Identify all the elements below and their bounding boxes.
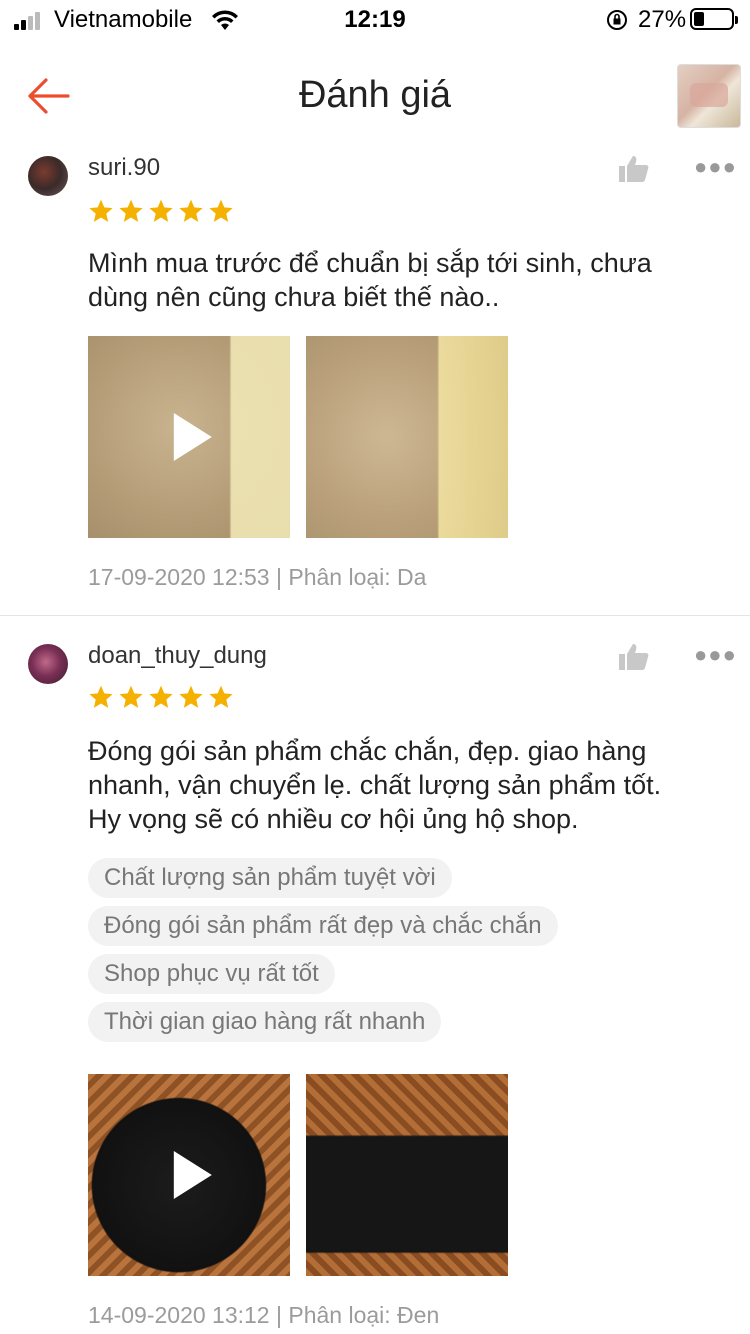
star-icon (89, 685, 113, 708)
star-rating (88, 198, 234, 224)
star-icon (209, 685, 233, 708)
review-meta: 14-09-2020 13:12 | Phân loại: Đen (88, 1302, 440, 1328)
review-text: Đóng gói sản phẩm chắc chắn, đẹp. giao h… (88, 734, 728, 836)
review-tag: Thời gian giao hàng rất nhanh (88, 1002, 442, 1042)
divider (0, 615, 750, 616)
like-icon[interactable] (618, 642, 650, 672)
battery-percentage: 27% (638, 6, 687, 33)
more-options-icon[interactable]: ●●● (694, 154, 737, 180)
review-text-line: Đóng gói sản phẩm chắc chắn, đẹp. giao h… (88, 736, 647, 766)
star-icon (179, 199, 203, 222)
page-title: Đánh giá (298, 74, 452, 116)
star-icon (89, 199, 113, 222)
rotation-lock-icon (607, 10, 627, 30)
header: Đánh giá (0, 52, 750, 142)
star-icon (119, 199, 143, 222)
review-item: suri.90 ●●● Mình mua trước để chuẩn bị s… (0, 150, 750, 615)
reviewer-username: suri.90 (88, 154, 161, 181)
product-thumbnail[interactable] (677, 64, 741, 128)
review-meta: 17-09-2020 12:53 | Phân loại: Da (88, 564, 427, 590)
star-rating (88, 684, 234, 710)
review-item: doan_thuy_dung ●●● Đóng gói sản phẩm chắ… (0, 638, 750, 1334)
more-options-icon[interactable]: ●●● (694, 642, 737, 668)
review-tag: Chất lượng sản phẩm tuyệt vời (88, 858, 452, 898)
review-image[interactable] (306, 336, 508, 538)
like-icon[interactable] (618, 154, 650, 184)
star-icon (149, 199, 173, 222)
status-bar: Vietnamobile 12:19 27% (0, 0, 750, 44)
avatar[interactable] (28, 644, 68, 684)
review-text: Mình mua trước để chuẩn bị sắp tới sinh,… (88, 246, 728, 314)
star-icon (179, 685, 203, 708)
review-image[interactable] (306, 1074, 508, 1276)
review-text-line: Hy vọng sẽ có nhiều cơ hội ủng hộ shop. (88, 804, 579, 834)
review-tag: Đóng gói sản phẩm rất đẹp và chắc chắn (88, 906, 558, 946)
play-icon (173, 413, 212, 461)
reviewer-username: doan_thuy_dung (88, 642, 267, 669)
review-text-line: dùng nên cũng chưa biết thế nào.. (88, 282, 500, 312)
star-icon (119, 685, 143, 708)
review-text-line: nhanh, vận chuyển lẹ. chất lượng sản phẩ… (88, 770, 662, 800)
play-icon (173, 1151, 212, 1199)
battery-icon (690, 8, 738, 30)
review-text-line: Mình mua trước để chuẩn bị sắp tới sinh,… (88, 248, 652, 278)
review-tag: Shop phục vụ rất tốt (88, 954, 335, 994)
star-icon (209, 199, 233, 222)
avatar[interactable] (28, 156, 68, 196)
review-video-thumbnail[interactable] (88, 336, 290, 538)
star-icon (149, 685, 173, 708)
review-video-thumbnail[interactable] (88, 1074, 290, 1276)
